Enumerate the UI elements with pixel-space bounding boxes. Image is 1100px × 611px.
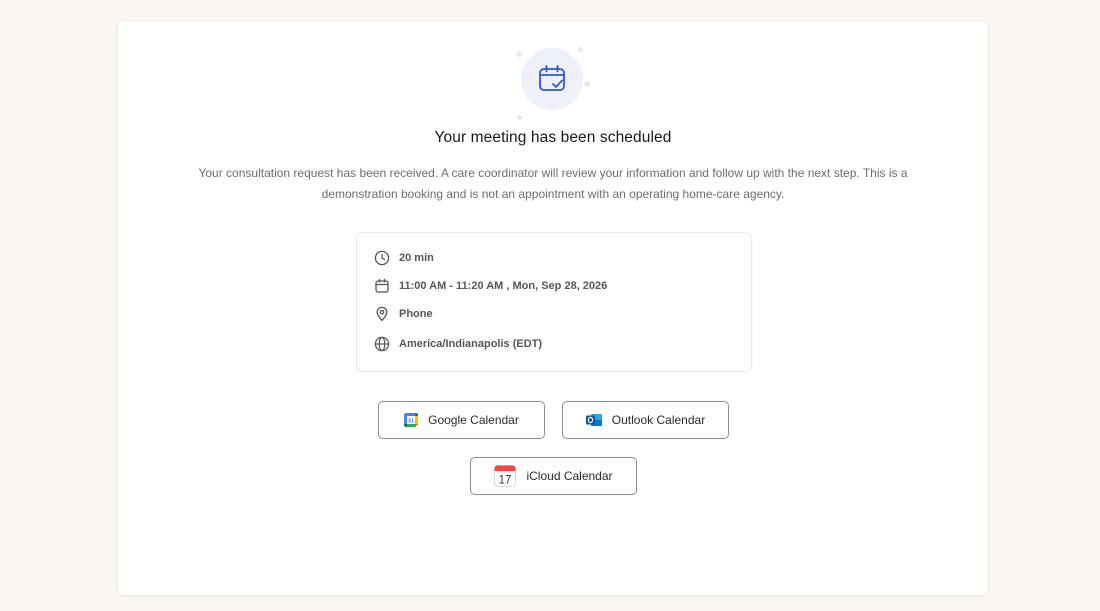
globe-icon (374, 336, 390, 352)
decorative-dot (578, 47, 583, 52)
duration-text: 20 min (399, 252, 434, 264)
calendar-check-badge (514, 43, 590, 120)
icloud-calendar-day: 17 (499, 475, 512, 487)
meeting-details-panel: 20 min 11:00 AM - 11:20 AM , Mon, Sep 28… (356, 232, 752, 372)
page-title: Your meeting has been scheduled (434, 129, 672, 146)
clock-icon (374, 250, 390, 266)
calendar-check-icon (539, 65, 565, 91)
timezone-text: America/Indianapolis (EDT) (399, 338, 543, 350)
google-calendar-button[interactable]: 31 Google Calendar (378, 401, 545, 439)
decorative-dot (584, 81, 590, 87)
outlook-calendar-label: Outlook Calendar (611, 413, 706, 427)
detail-row-duration: 20 min (374, 249, 434, 267)
outlook-icon (585, 413, 602, 427)
google-calendar-label: Google Calendar (428, 413, 519, 427)
confirmation-description: Your consultation request has been recei… (198, 166, 908, 201)
icloud-calendar-button[interactable]: 17 iCloud Calendar (470, 457, 637, 495)
detail-row-datetime: 11:00 AM - 11:20 AM , Mon, Sep 28, 2026 (374, 277, 607, 295)
detail-row-timezone: America/Indianapolis (EDT) (374, 335, 542, 353)
confirmation-card: Your meeting has been scheduled Your con… (118, 21, 988, 595)
decorative-dot (517, 115, 522, 120)
calendar-icon (374, 278, 390, 294)
google-calendar-icon: 31 (404, 413, 419, 427)
decorative-dot (516, 51, 522, 57)
svg-text:31: 31 (408, 419, 414, 425)
detail-row-location: Phone (374, 305, 433, 323)
icloud-calendar-icon: 17 (494, 465, 517, 487)
location-text: Phone (399, 308, 433, 320)
icloud-calendar-label: iCloud Calendar (526, 469, 613, 483)
datetime-text: 11:00 AM - 11:20 AM , Mon, Sep 28, 2026 (399, 280, 608, 292)
outlook-calendar-button[interactable]: Outlook Calendar (562, 401, 729, 439)
location-pin-icon (374, 306, 390, 322)
